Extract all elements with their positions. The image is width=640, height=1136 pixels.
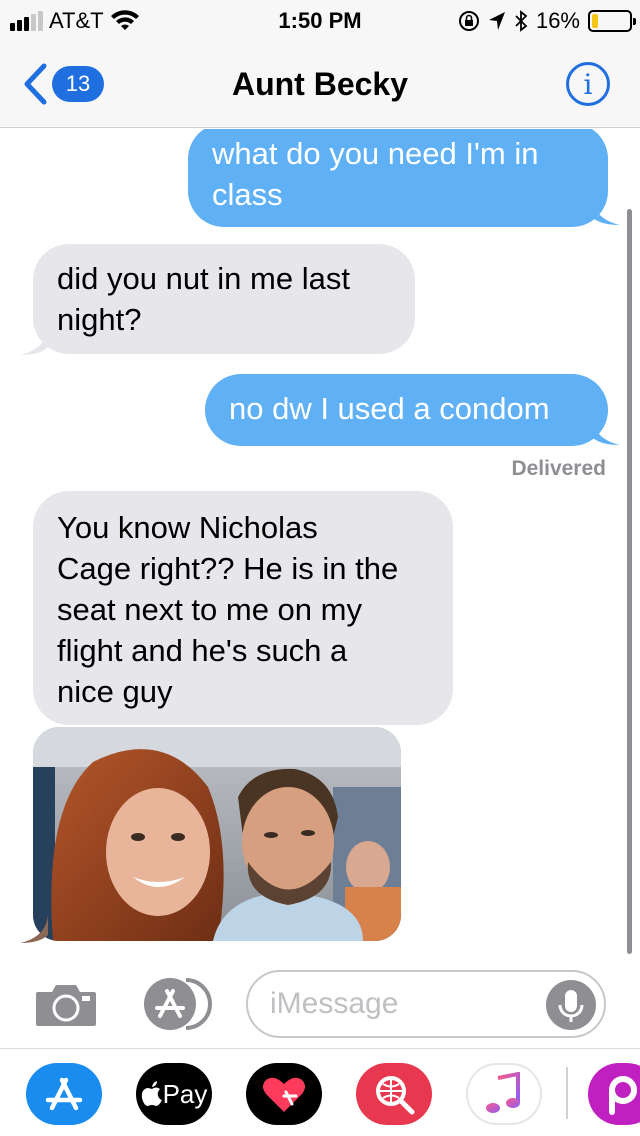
image-search-app-icon[interactable] (356, 1063, 432, 1125)
photo-message[interactable] (33, 727, 401, 941)
message-list[interactable]: what do you need I'm in class did you nu… (0, 129, 640, 959)
bubble-tail (592, 197, 620, 225)
app-drawer: Pay (0, 1048, 640, 1136)
message-line: night? (57, 302, 142, 337)
imessage-field[interactable] (246, 970, 606, 1038)
music-icon (486, 1072, 520, 1113)
message-bubble-incoming[interactable]: You know Nicholas Cage right?? He is in … (33, 491, 453, 725)
message-line: no dw I used a condom (229, 391, 550, 426)
info-button[interactable]: i (566, 62, 610, 106)
bubble-tail (592, 417, 620, 445)
microphone-button[interactable] (546, 980, 596, 1030)
battery-percent: 16% (535, 8, 580, 33)
delivered-status: Delivered (511, 457, 606, 480)
camera-icon[interactable] (34, 980, 98, 1028)
message-bubble-outgoing[interactable]: what do you need I'm in class (188, 129, 608, 227)
compose-bar (0, 960, 640, 1048)
message-line: class (212, 177, 283, 212)
rotation-lock-icon (458, 11, 479, 31)
location-icon (488, 12, 505, 30)
microphone-icon (558, 990, 584, 1022)
message-bubble-incoming[interactable]: did you nut in me last night? (33, 244, 415, 354)
music-app-icon[interactable] (466, 1063, 542, 1125)
picsart-app-icon[interactable] (588, 1063, 640, 1125)
messages-screen: AT&T 1:50 PM 16% 13 Aunt Becky i what do… (0, 0, 640, 1136)
message-input[interactable] (270, 984, 530, 1024)
app-store-icon[interactable] (140, 976, 212, 1032)
contact-name[interactable]: Aunt Becky (0, 66, 640, 103)
app-store-icon (45, 1077, 83, 1111)
message-line: flight and he's such a (57, 633, 348, 668)
digital-touch-app-icon[interactable] (246, 1063, 322, 1125)
app-store-app-icon[interactable] (26, 1063, 102, 1125)
message-line: what do you need I'm in (212, 136, 539, 171)
apple-logo-icon (141, 1081, 162, 1106)
bubble-tail (20, 327, 48, 355)
status-right: 16% (458, 8, 636, 34)
message-line: Cage right?? He is in the (57, 551, 399, 586)
drawer-divider (566, 1067, 568, 1119)
apple-pay-label: Pay (162, 1078, 208, 1109)
digital-touch-icon (263, 1077, 305, 1112)
navigation-bar: 13 Aunt Becky i (0, 40, 640, 128)
message-line: seat next to me on my (57, 592, 362, 627)
bubble-tail (20, 915, 48, 943)
message-line: nice guy (57, 674, 173, 709)
message-bubble-outgoing[interactable]: no dw I used a condom (205, 374, 608, 446)
picsart-icon (609, 1076, 637, 1115)
message-line: You know Nicholas (57, 510, 318, 545)
selfie-photo (33, 727, 401, 941)
image-search-icon (376, 1076, 415, 1115)
apple-pay-app-icon[interactable]: Pay (136, 1063, 212, 1125)
battery-icon (588, 10, 636, 32)
message-line: did you nut in me last (57, 261, 350, 296)
bluetooth-icon (515, 10, 528, 32)
scroll-indicator[interactable] (627, 209, 632, 954)
status-bar: AT&T 1:50 PM 16% (0, 0, 640, 40)
